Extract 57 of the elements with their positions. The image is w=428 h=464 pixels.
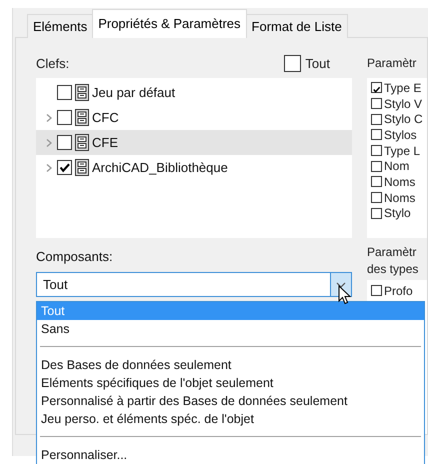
checkbox[interactable] xyxy=(371,82,382,94)
dropdown-option[interactable]: Jeu perso. et éléments spéc. de l'objet xyxy=(37,410,424,428)
checkbox[interactable] xyxy=(371,192,382,204)
dropdown-option[interactable]: Eléments spécifiques de l'objet seulement xyxy=(37,374,424,392)
tree-item-label: ArchiCAD_Bibliothèque xyxy=(92,160,228,175)
file-cabinet-icon xyxy=(75,109,89,126)
tab[interactable]: Eléments xyxy=(27,14,94,38)
tree-item-label: CFC xyxy=(92,110,119,125)
parameter-label: Noms xyxy=(384,190,416,205)
parameter-label: Type L xyxy=(384,144,420,158)
components-label: Composants: xyxy=(36,248,114,266)
checkbox[interactable] xyxy=(57,160,72,175)
file-cabinet-icon xyxy=(75,159,89,176)
tree-row[interactable]: ArchiCAD_Bibliothèque xyxy=(36,155,352,180)
parameter-label: Type E xyxy=(384,80,422,95)
checkbox[interactable] xyxy=(371,145,382,156)
checkbox[interactable] xyxy=(371,285,382,296)
tree-row[interactable]: CFC xyxy=(36,105,352,130)
parameter-label: Noms xyxy=(384,174,416,189)
checkbox[interactable] xyxy=(371,129,382,140)
checkbox[interactable] xyxy=(371,114,382,125)
parameters-label: Paramètr xyxy=(367,55,418,72)
parameter-label: Profo xyxy=(384,284,413,298)
parameter-label: Stylo xyxy=(384,206,411,220)
dropdown-option[interactable]: Personnalisé à partir des Bases de données seulement xyxy=(37,392,424,410)
dropdown-option[interactable]: Personnaliser... xyxy=(37,446,424,464)
tree-row[interactable]: CFE xyxy=(36,130,352,155)
tab[interactable]: Propriétés & Paramètres xyxy=(92,9,247,38)
parameter-label: Nom xyxy=(384,159,410,174)
dropdown-option[interactable]: Des Bases de données seulement xyxy=(37,356,424,374)
parameter-label: Stylo C xyxy=(384,112,423,126)
file-cabinet-icon xyxy=(75,84,89,101)
checkbox[interactable] xyxy=(371,176,382,188)
checkbox[interactable] xyxy=(57,85,72,100)
components-dropdown[interactable]: Tout xyxy=(36,272,352,297)
chevron-down-icon xyxy=(336,282,346,288)
parameter-label: Stylos xyxy=(384,128,417,142)
keys-label: Clefs: xyxy=(36,56,70,70)
checkbox-label: Tout xyxy=(305,56,330,70)
parameter-label: Stylo V xyxy=(384,96,422,111)
type-parameters-label: Paramètr xyxy=(367,244,418,261)
chevron-right-icon[interactable] xyxy=(44,162,54,172)
checkbox[interactable] xyxy=(284,54,302,72)
checkbox[interactable] xyxy=(371,98,382,110)
tree-item-label: Jeu par défaut xyxy=(92,85,176,100)
chevron-right-icon[interactable] xyxy=(44,112,54,122)
type-parameters-label: des types xyxy=(367,261,420,278)
checkbox[interactable] xyxy=(57,110,72,125)
file-cabinet-icon xyxy=(75,134,89,151)
dropdown-value: Tout xyxy=(43,277,69,292)
checkbox[interactable] xyxy=(57,135,72,150)
tab[interactable]: Format de Liste xyxy=(246,14,348,38)
checkbox[interactable] xyxy=(371,208,382,219)
checkbox[interactable] xyxy=(371,160,382,172)
tree-row[interactable]: Jeu par défaut xyxy=(36,80,352,105)
dropdown-option[interactable]: Sans xyxy=(37,320,424,338)
tree-item-label: CFE xyxy=(92,135,118,150)
